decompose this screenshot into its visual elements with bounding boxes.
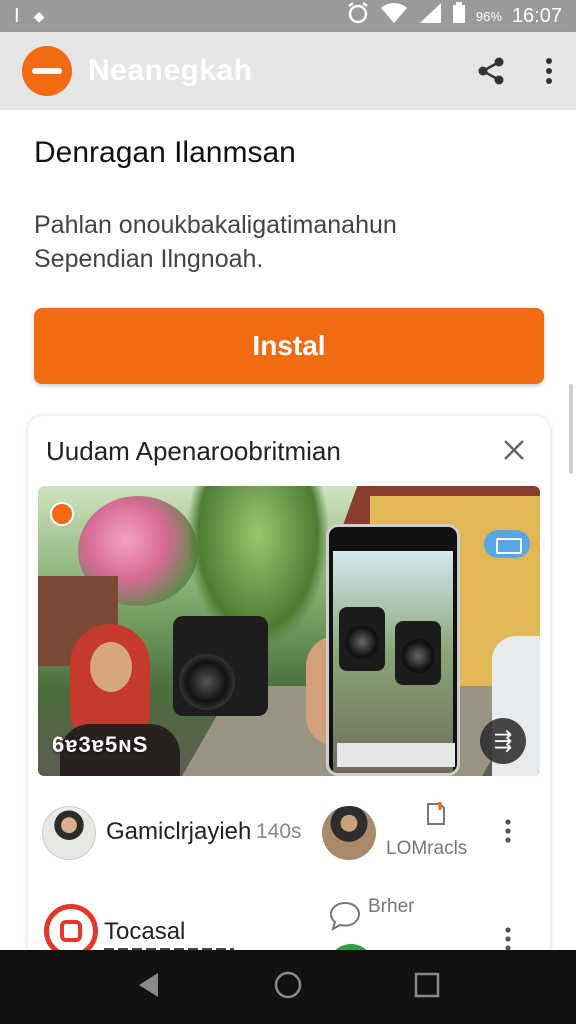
close-icon[interactable]	[502, 438, 526, 467]
home-icon[interactable]	[273, 970, 303, 1005]
media-overlay-text: 6ɐ3ɐ5ɴS	[52, 732, 149, 757]
back-icon[interactable]	[136, 971, 162, 1004]
description-line-2: Sependian Ilngnoah.	[34, 245, 264, 273]
card-title: Uudam Apenaroobritmian	[46, 436, 341, 466]
chat-icon[interactable]	[328, 900, 362, 937]
avatar	[42, 806, 96, 860]
recents-icon[interactable]	[414, 972, 440, 1003]
list-item-secondary: Brher	[368, 896, 415, 917]
status-bar: I ◆ 96% 16:07	[0, 0, 576, 32]
wifi-icon	[380, 2, 408, 30]
more-options-icon[interactable]	[544, 56, 554, 86]
status-left-glyph: I	[14, 4, 20, 27]
notification-icon: ◆	[33, 7, 45, 24]
battery-icon	[452, 2, 466, 30]
media-image[interactable]: 6ɐ3ɐ5ɴS ⇶	[38, 486, 540, 776]
list-item-name: Gamiclrjayieh	[106, 818, 252, 845]
install-button[interactable]: Instal	[34, 308, 544, 384]
share-icon[interactable]	[476, 56, 506, 86]
clock: 16:07	[511, 4, 562, 27]
list-item-meta: 140s	[256, 820, 302, 843]
signal-icon	[418, 2, 442, 30]
main-content: Denragan Ilanmsan Pahlan onoukbakaligati…	[0, 110, 576, 976]
record-badge-icon	[50, 502, 74, 526]
alarm-icon	[346, 1, 370, 31]
list-item[interactable]: Gamiclrjayieh 140s LOMracls	[28, 798, 550, 868]
app-logo	[22, 46, 72, 96]
screen-badge-icon[interactable]	[484, 530, 530, 558]
media-action-button[interactable]: ⇶	[480, 718, 526, 764]
download-icon[interactable]	[422, 800, 450, 833]
video-camera	[173, 616, 268, 716]
system-nav-bar	[0, 950, 576, 1024]
scrollbar[interactable]	[569, 384, 573, 474]
page-title: Denragan Ilanmsan	[34, 136, 296, 169]
list-item-name: Tocasal	[104, 918, 186, 945]
list-item-secondary: LOMracls	[386, 838, 468, 859]
promo-card: Uudam Apenaroobritmian 6ɐ3ɐ5ɴS ⇶ Gamiclr…	[28, 416, 550, 976]
app-title: Neanegkah	[88, 54, 253, 87]
description-line-1: Pahlan onoukbakaligatimanahun	[34, 211, 397, 239]
avatar	[322, 806, 376, 860]
phone-in-hand	[326, 524, 460, 776]
description: Pahlan onoukbakaligatimanahun Sependian …	[34, 208, 544, 276]
battery-label: 96%	[475, 8, 502, 24]
item-more-icon[interactable]	[504, 818, 512, 849]
app-bar: Neanegkah	[0, 32, 576, 110]
